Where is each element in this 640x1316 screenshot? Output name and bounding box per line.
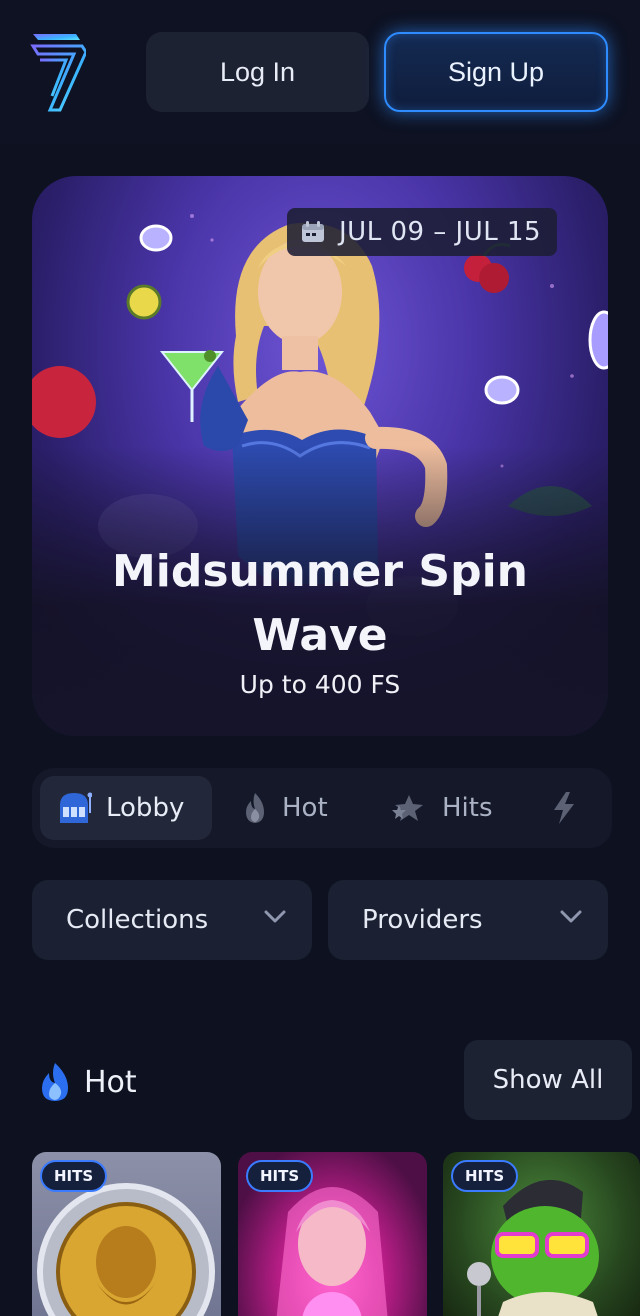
casino-lobby-page: Log In Sign Up JUL 09 – JUL 15 Midsummer… <box>0 0 640 1316</box>
promo-subtitle: Up to 400 FS <box>239 670 401 699</box>
calendar-icon <box>302 221 324 242</box>
game-card[interactable]: HITS <box>443 1152 640 1316</box>
tab-hot[interactable]: Hot <box>242 776 328 840</box>
signup-button[interactable]: Sign Up <box>384 32 608 112</box>
flame-icon <box>42 1063 68 1101</box>
seven-logo-icon[interactable] <box>30 30 86 114</box>
hits-badge: HITS <box>40 1160 108 1192</box>
tab-lobby-label: Lobby <box>106 793 185 823</box>
tab-hits-label: Hits <box>442 793 493 823</box>
tab-lightning[interactable] <box>550 776 578 840</box>
lightning-icon <box>554 792 574 824</box>
login-button[interactable]: Log In <box>146 32 369 112</box>
hot-section-title: Hot <box>84 1064 137 1100</box>
hits-badge: HITS <box>451 1160 519 1192</box>
top-header: Log In Sign Up <box>0 0 640 144</box>
chevron-down-icon <box>264 910 286 923</box>
show-all-button[interactable]: Show All <box>464 1040 632 1120</box>
promo-date-badge: JUL 09 – JUL 15 <box>287 208 558 256</box>
promo-date-range: JUL 09 – JUL 15 <box>339 217 542 247</box>
promo-title: Midsummer Spin Wave <box>32 540 608 668</box>
hits-badge: HITS <box>246 1160 314 1192</box>
providers-label: Providers <box>362 905 483 935</box>
collections-dropdown[interactable]: Collections <box>32 880 312 960</box>
providers-dropdown[interactable]: Providers <box>328 880 608 960</box>
hot-section-header: Hot <box>38 1056 137 1108</box>
game-card[interactable]: HITS <box>238 1152 427 1316</box>
game-card[interactable]: HITS <box>32 1152 221 1316</box>
category-tabs: Lobby Hot Hits <box>32 768 612 848</box>
tab-lobby[interactable]: Lobby <box>40 776 212 840</box>
flame-icon <box>246 793 264 823</box>
slot-machine-icon <box>60 792 92 823</box>
stars-icon <box>392 795 423 821</box>
tab-hits[interactable]: Hits <box>390 776 493 840</box>
collections-label: Collections <box>66 905 209 935</box>
tab-hot-label: Hot <box>282 793 328 823</box>
promo-banner[interactable]: JUL 09 – JUL 15 Midsummer Spin Wave Up t… <box>32 176 608 736</box>
chevron-down-icon <box>560 910 582 923</box>
promo-title-line-1: Midsummer Spin <box>111 546 529 597</box>
promo-title-line-2: Wave <box>252 610 388 661</box>
